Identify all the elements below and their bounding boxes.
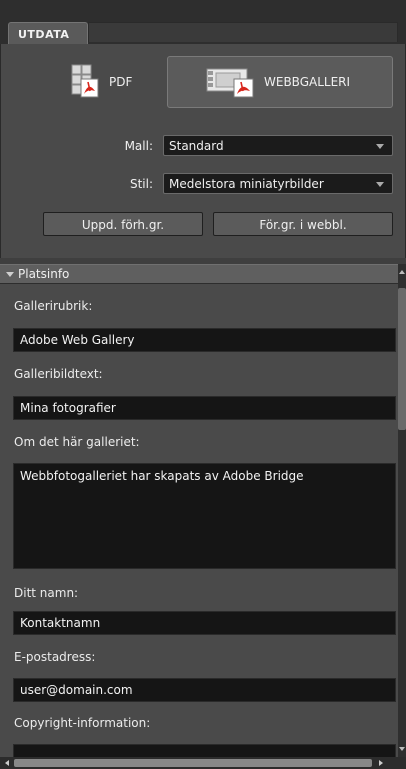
scroll-up-button[interactable] [398, 264, 406, 280]
scroll-up-arrow-icon [399, 270, 405, 274]
web-gallery-button[interactable]: WEBBGALLERI [167, 56, 393, 108]
email-label: E-postadress: [14, 650, 96, 664]
output-panel: PDF WEBBGALLERI Mall: Standard Stil: Med… [0, 44, 406, 258]
gallery-title-label: Gallerirubrik: [14, 299, 93, 313]
pdf-button[interactable]: PDF [71, 56, 171, 108]
email-field[interactable]: user@domain.com [13, 678, 396, 702]
scroll-down-arrow-icon [399, 747, 405, 751]
site-info-panel: Gallerirubrik: Adobe Web Gallery Galleri… [0, 284, 398, 757]
site-info-title: Platsinfo [18, 267, 70, 281]
pdf-button-label: PDF [109, 75, 133, 89]
tab-output[interactable]: UTDATA [8, 22, 88, 44]
template-select[interactable]: Standard [163, 135, 393, 156]
scroll-right-button[interactable] [376, 759, 386, 767]
pdf-document-icon [71, 64, 99, 98]
preview-in-browser-button[interactable]: För.gr. i webbl. [213, 212, 393, 236]
gallery-caption-field[interactable]: Mina fotografier [13, 396, 396, 420]
template-label: Mall: [124, 139, 153, 153]
web-gallery-icon [206, 68, 254, 98]
gallery-title-field[interactable]: Adobe Web Gallery [13, 328, 396, 352]
chevron-down-icon [376, 144, 384, 149]
about-gallery-label: Om det här galleriet: [14, 435, 140, 449]
style-label: Stil: [129, 177, 153, 191]
gallery-caption-label: Galleribildtext: [14, 367, 103, 381]
tab-bar-empty-area [88, 22, 398, 42]
style-select-value: Medelstora miniatyrbilder [169, 177, 324, 191]
scroll-right-arrow-icon [379, 760, 383, 766]
horizontal-scroll-thumb[interactable] [14, 759, 372, 767]
copyright-label: Copyright-information: [14, 716, 151, 730]
web-gallery-button-label: WEBBGALLERI [264, 75, 351, 89]
your-name-label: Ditt namn: [14, 586, 79, 600]
disclosure-triangle-icon[interactable] [6, 272, 14, 277]
refresh-preview-button[interactable]: Uppd. förh.gr. [43, 212, 203, 236]
scroll-left-button[interactable] [2, 759, 12, 767]
template-select-value: Standard [169, 139, 224, 153]
vertical-scroll-thumb[interactable] [398, 288, 406, 430]
copyright-field[interactable] [13, 744, 396, 757]
about-gallery-textarea[interactable]: Webbfotogalleriet har skapats av Adobe B… [13, 463, 396, 569]
scroll-down-button[interactable] [398, 741, 406, 757]
style-select[interactable]: Medelstora miniatyrbilder [163, 173, 393, 194]
your-name-field[interactable]: Kontaktnamn [13, 611, 396, 635]
scroll-left-arrow-icon [5, 760, 9, 766]
chevron-down-icon [376, 182, 384, 187]
site-info-header[interactable]: Platsinfo [0, 264, 398, 284]
panel-tab-bar: UTDATA [0, 0, 406, 44]
